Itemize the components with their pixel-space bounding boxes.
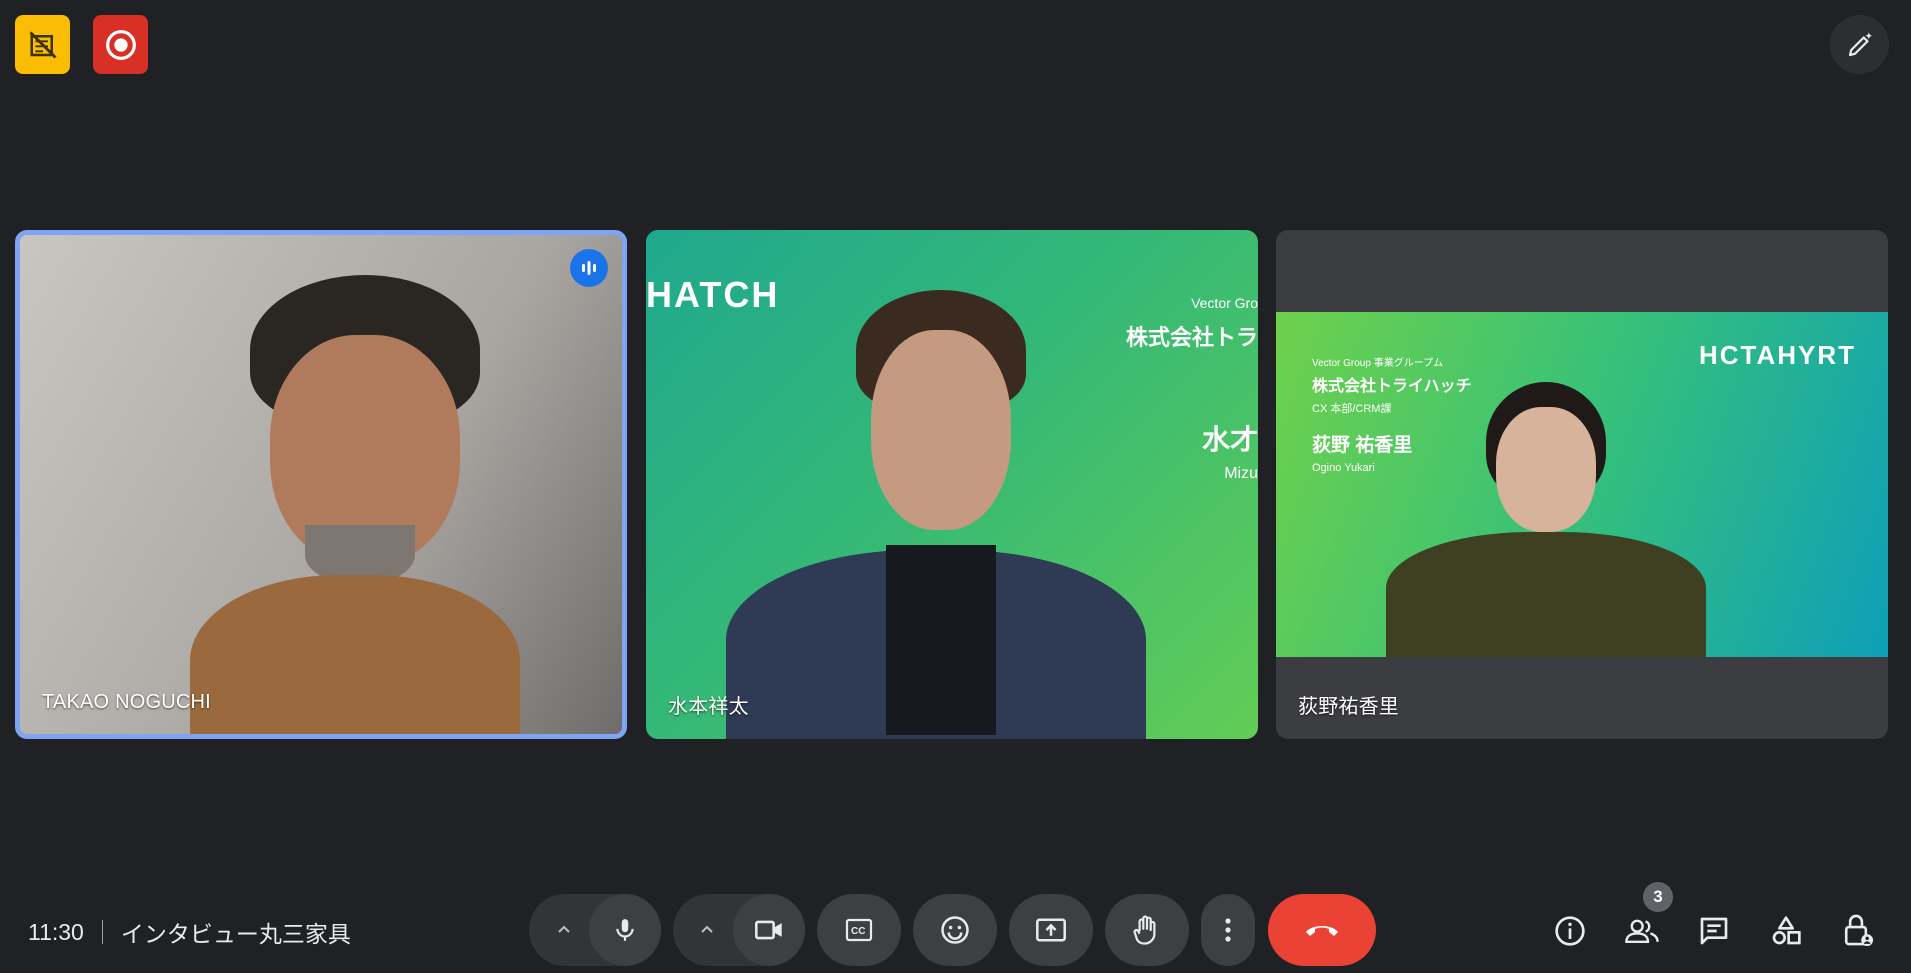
camera-icon xyxy=(755,920,782,940)
emoji-icon xyxy=(941,916,969,944)
chat-icon xyxy=(1700,917,1728,945)
more-vert-icon xyxy=(1225,918,1231,942)
present-screen-icon xyxy=(1036,918,1066,942)
more-options-button[interactable] xyxy=(1201,894,1255,966)
people-button[interactable] xyxy=(1619,908,1665,954)
end-call-icon xyxy=(1306,926,1338,936)
video-options-button[interactable] xyxy=(677,894,737,966)
audio-level-icon xyxy=(582,261,596,275)
captions-button[interactable]: CC xyxy=(817,894,901,966)
host-controls-icon xyxy=(1844,914,1874,947)
chat-button[interactable] xyxy=(1691,908,1737,954)
activities-button[interactable] xyxy=(1763,908,1809,954)
participant-name: 荻野祐香里 xyxy=(1298,696,1399,718)
info-icon xyxy=(1555,916,1585,946)
background-text-line: Ogino Yukari xyxy=(1312,462,1375,474)
background-text-line: CX 本部/CRM課 xyxy=(1312,403,1392,415)
audio-options-button[interactable] xyxy=(534,894,594,966)
chevron-up-icon xyxy=(558,925,570,933)
host-controls-button[interactable] xyxy=(1835,908,1881,954)
background-text-line: Vector Group 事業グループム xyxy=(1312,358,1444,369)
activities-icon xyxy=(1772,916,1801,945)
participant-name: 水本祥太 xyxy=(668,696,749,718)
recording-badge[interactable] xyxy=(93,15,148,74)
background-text-line: 水才 xyxy=(1201,424,1258,455)
svg-text:CC: CC xyxy=(851,926,865,937)
video-feed: HCTAHYRT Vector Group 事業グループム 株式会社トライハッチ… xyxy=(1276,312,1888,657)
participant-count-badge: 3 xyxy=(1643,882,1673,912)
pen-sparkle-icon xyxy=(1848,32,1872,56)
present-button[interactable] xyxy=(1009,894,1093,966)
background-logo: HCTAHYRT xyxy=(1698,340,1856,370)
participant-video xyxy=(726,290,1146,739)
divider xyxy=(101,920,103,944)
control-bar: 11:30 インタビュー丸三家具 CC xyxy=(0,880,1911,973)
closed-captions-icon: CC xyxy=(845,918,873,942)
speaking-indicator xyxy=(570,249,608,287)
meeting-title: インタビュー丸三家具 xyxy=(120,921,351,947)
raise-hand-icon xyxy=(1133,915,1156,945)
raise-hand-button[interactable] xyxy=(1105,894,1189,966)
participant-tile-takao[interactable]: TAKAO NOGUCHI xyxy=(15,230,627,739)
mic-button[interactable] xyxy=(589,894,661,966)
participant-tile-ogino[interactable]: HCTAHYRT Vector Group 事業グループム 株式会社トライハッチ… xyxy=(1276,230,1888,739)
meeting-time: 11:30 xyxy=(28,918,84,945)
chevron-up-icon xyxy=(701,925,713,933)
visual-effects-button[interactable] xyxy=(1830,15,1889,74)
participant-video xyxy=(190,275,520,734)
mic-icon xyxy=(616,919,634,941)
recording-icon xyxy=(105,29,136,60)
reactions-button[interactable] xyxy=(913,894,997,966)
camera-button[interactable] xyxy=(733,894,805,966)
background-text-line: Vector Gro xyxy=(1191,295,1258,311)
leave-call-button[interactable] xyxy=(1268,894,1376,966)
participant-tile-mizumoto[interactable]: HATCH Vector Gro 株式会社トラ 水才 Mizu 水本祥太 xyxy=(646,230,1258,739)
meeting-details-button[interactable] xyxy=(1547,908,1593,954)
participant-name: TAKAO NOGUCHI xyxy=(42,691,211,713)
recording-disabled-badge[interactable] xyxy=(15,15,70,74)
meeting-info: 11:30 インタビュー丸三家具 xyxy=(28,915,351,949)
no-video-recording-icon xyxy=(29,31,56,58)
background-text-line: Mizu xyxy=(1224,465,1258,482)
people-icon xyxy=(1625,919,1659,943)
